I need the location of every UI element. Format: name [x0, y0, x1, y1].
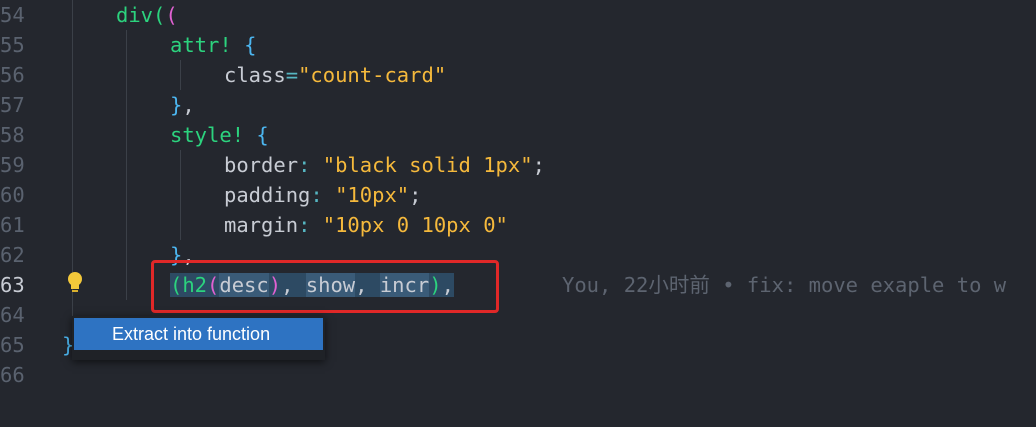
code-token: attr! [170, 33, 232, 57]
code-token: "10px" [335, 183, 410, 207]
code-token: padding [224, 183, 311, 207]
line-number: 61 [0, 213, 25, 237]
lightbulb-icon[interactable] [64, 270, 86, 294]
code-token: : [298, 213, 311, 237]
code-token: ( [153, 3, 166, 27]
code-token: : [310, 183, 323, 207]
line-number: 56 [0, 63, 25, 87]
line-number: 54 [0, 3, 25, 27]
line-number: 55 [0, 33, 25, 57]
code-token: , [182, 93, 195, 117]
code-token: div [116, 3, 154, 27]
code-text: margin: "10px 0 10px 0" [224, 210, 508, 240]
code-token: "count-card" [298, 63, 447, 87]
code-line[interactable]: 54 div(( [0, 0, 1036, 30]
code-token: class [224, 63, 286, 87]
line-number: 58 [0, 123, 25, 147]
code-token: "10px 0 10px 0" [322, 213, 508, 237]
code-text: attr! { [170, 30, 256, 60]
code-token: } [170, 93, 183, 117]
line-number: 57 [0, 93, 25, 117]
code-token: ; [409, 183, 422, 207]
code-text: }, [170, 90, 195, 120]
code-line[interactable]: 58 style! { [0, 120, 1036, 150]
code-text: border: "black solid 1px"; [224, 150, 545, 180]
code-token: { [244, 33, 257, 57]
code-token: border [224, 153, 299, 177]
highlight-annotation-box [151, 260, 499, 313]
code-line[interactable]: 55 attr! { [0, 30, 1036, 60]
code-text: style! { [170, 120, 269, 150]
code-token: margin [224, 213, 299, 237]
line-number: 66 [0, 363, 25, 387]
code-token: : [298, 153, 311, 177]
code-line[interactable]: 56 class="count-card" [0, 60, 1036, 90]
code-action-menu: Extract into function [72, 316, 325, 360]
code-token: style! [170, 123, 245, 147]
code-editor[interactable]: 54 div((55 attr! {56 class="count-card" 57},… [0, 0, 1036, 427]
code-token: "black solid 1px" [322, 153, 533, 177]
code-line[interactable]: 60 padding: "10px"; [0, 180, 1036, 210]
code-text: div(( [116, 0, 178, 30]
line-number: 59 [0, 153, 25, 177]
code-line[interactable]: 57}, [0, 90, 1036, 120]
code-token: { [256, 123, 269, 147]
line-number: 60 [0, 183, 25, 207]
code-token: ; [532, 153, 545, 177]
code-line[interactable]: 59 border: "black solid 1px"; [0, 150, 1036, 180]
code-text: padding: "10px"; [224, 180, 422, 210]
line-number: 64 [0, 303, 25, 327]
line-number: 65 [0, 333, 25, 357]
code-line[interactable]: 66 [0, 360, 1036, 390]
extract-into-function-item[interactable]: Extract into function [74, 318, 323, 350]
code-token: = [285, 63, 299, 87]
code-line[interactable]: 61 margin: "10px 0 10px 0" [0, 210, 1036, 240]
git-blame-annotation: You, 22小时前 • fix: move exaple to w [562, 273, 1007, 297]
line-number: 63 [0, 273, 25, 297]
code-token: ( [165, 3, 178, 27]
code-text: class="count-card" [224, 60, 446, 90]
line-number: 62 [0, 243, 25, 267]
